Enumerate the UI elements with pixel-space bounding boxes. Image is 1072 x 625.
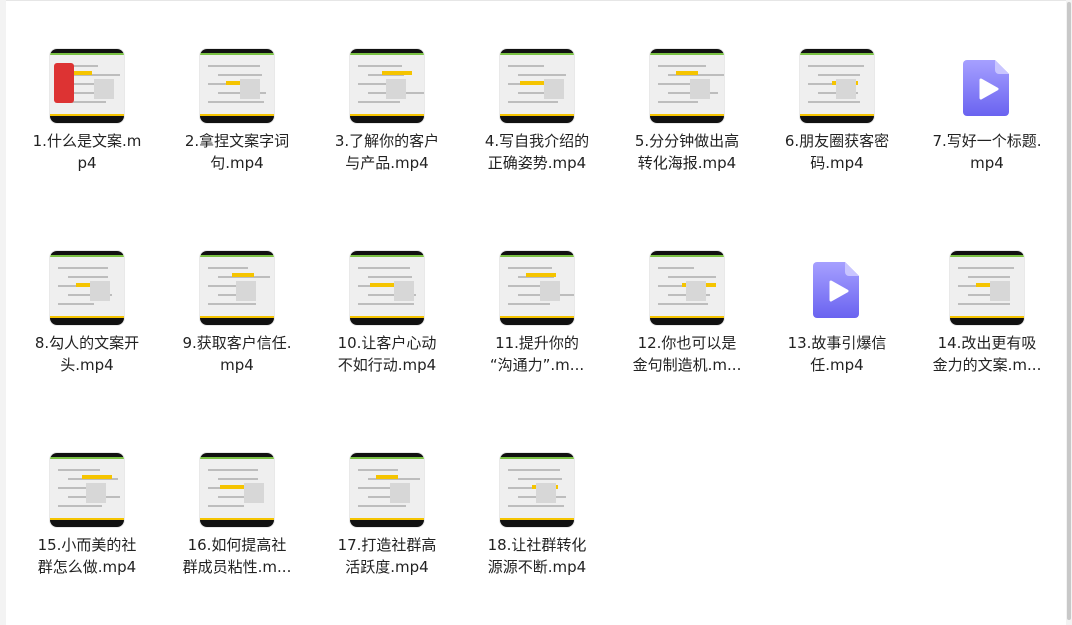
video-thumbnail[interactable]	[49, 48, 125, 124]
video-file-icon[interactable]	[949, 48, 1025, 124]
file-item[interactable]: 13.故事引爆信 任.mp4	[762, 202, 912, 374]
file-name: 10.让客户心动 不如行动.mp4	[312, 332, 462, 376]
file-name-line-2: 不如行动.mp4	[337, 356, 437, 374]
file-name: 16.如何提高社 群成员粘性.m...	[162, 534, 312, 578]
file-item[interactable]: 9.获取客户信任. mp4	[162, 202, 312, 374]
file-name: 1.什么是文案.m p4	[12, 130, 162, 174]
video-file-icon[interactable]	[799, 250, 875, 326]
video-thumbnail[interactable]	[199, 48, 275, 124]
file-item[interactable]: 12.你也可以是 金句制造机.m...	[612, 202, 762, 374]
file-name-line-1: 2.拿捏文案字词	[184, 132, 290, 150]
file-item[interactable]: 4.写自我介绍的 正确姿势.mp4	[462, 0, 612, 172]
file-name-line-1: 12.你也可以是	[637, 334, 737, 352]
file-name-line-1: 10.让客户心动	[337, 334, 437, 352]
file-name-line-1: 8.勾人的文案开	[34, 334, 140, 352]
file-item[interactable]: 15.小而美的社 群怎么做.mp4	[12, 404, 162, 576]
file-name-line-1: 3.了解你的客户	[334, 132, 440, 150]
file-name: 9.获取客户信任. mp4	[162, 332, 312, 376]
file-item[interactable]: 17.打造社群高 活跃度.mp4	[312, 404, 462, 576]
file-item[interactable]: 6.朋友圈获客密 码.mp4	[762, 0, 912, 172]
video-thumbnail[interactable]	[349, 452, 425, 528]
video-thumbnail[interactable]	[799, 48, 875, 124]
video-thumbnail[interactable]	[49, 452, 125, 528]
file-browser-window: 1.什么是文案.m p4 2.拿捏文案字词 句.mp4 3.了解你的客户 与产品.mp4 4…	[0, 0, 1072, 625]
file-name-line-2: “沟通力”.m...	[489, 356, 585, 374]
file-name-line-1: 16.如何提高社	[187, 536, 287, 554]
file-item[interactable]: 1.什么是文案.m p4	[12, 0, 162, 172]
file-name-line-1: 14.改出更有吸	[937, 334, 1037, 352]
video-thumbnail[interactable]	[499, 250, 575, 326]
file-name-line-2: 群成员粘性.m...	[182, 558, 292, 576]
file-name-line-1: 4.写自我介绍的	[484, 132, 590, 150]
file-name-line-2: 头.mp4	[60, 356, 114, 374]
video-thumbnail[interactable]	[649, 250, 725, 326]
file-item[interactable]: 3.了解你的客户 与产品.mp4	[312, 0, 462, 172]
file-item[interactable]: 5.分分钟做出高 转化海报.mp4	[612, 0, 762, 172]
file-name-line-2: 源源不断.mp4	[487, 558, 587, 576]
video-thumbnail[interactable]	[199, 452, 275, 528]
video-thumbnail[interactable]	[49, 250, 125, 326]
file-item[interactable]: 2.拿捏文案字词 句.mp4	[162, 0, 312, 172]
video-thumbnail[interactable]	[499, 452, 575, 528]
file-name: 15.小而美的社 群怎么做.mp4	[12, 534, 162, 578]
file-name-line-2: mp4	[970, 154, 1004, 172]
file-name-line-1: 1.什么是文案.m	[32, 132, 142, 150]
file-name: 6.朋友圈获客密 码.mp4	[762, 130, 912, 174]
file-name-line-1: 13.故事引爆信	[787, 334, 887, 352]
video-thumbnail[interactable]	[199, 250, 275, 326]
file-name: 18.让社群转化 源源不断.mp4	[462, 534, 612, 578]
file-name-line-1: 11.提升你的	[495, 334, 579, 352]
video-thumbnail[interactable]	[499, 48, 575, 124]
file-item[interactable]: 10.让客户心动 不如行动.mp4	[312, 202, 462, 374]
file-item[interactable]: 18.让社群转化 源源不断.mp4	[462, 404, 612, 576]
file-item[interactable]: 11.提升你的 “沟通力”.m...	[462, 202, 612, 374]
file-name: 5.分分钟做出高 转化海报.mp4	[612, 130, 762, 174]
file-name-line-2: 与产品.mp4	[345, 154, 429, 172]
file-name-line-1: 6.朋友圈获客密	[784, 132, 890, 150]
file-name-line-1: 15.小而美的社	[37, 536, 137, 554]
video-thumbnail[interactable]	[649, 48, 725, 124]
file-name-line-2: p4	[77, 154, 97, 172]
file-name: 14.改出更有吸 金力的文案.m...	[912, 332, 1062, 376]
file-name: 3.了解你的客户 与产品.mp4	[312, 130, 462, 174]
file-name: 7.写好一个标题. mp4	[912, 130, 1062, 174]
file-name-line-1: 7.写好一个标题.	[932, 132, 1042, 150]
scrollbar-thumb[interactable]	[1067, 2, 1071, 620]
file-name-line-1: 5.分分钟做出高	[634, 132, 740, 150]
file-name-line-2: 转化海报.mp4	[637, 154, 737, 172]
file-name: 12.你也可以是 金句制造机.m...	[612, 332, 762, 376]
file-name: 17.打造社群高 活跃度.mp4	[312, 534, 462, 578]
file-name: 2.拿捏文案字词 句.mp4	[162, 130, 312, 174]
video-thumbnail[interactable]	[349, 48, 425, 124]
file-item[interactable]: 14.改出更有吸 金力的文案.m...	[912, 202, 1062, 374]
file-name-line-2: 句.mp4	[210, 154, 264, 172]
video-thumbnail[interactable]	[949, 250, 1025, 326]
file-name-line-1: 18.让社群转化	[487, 536, 587, 554]
file-name-line-1: 9.获取客户信任.	[182, 334, 292, 352]
file-name-line-2: 金力的文案.m...	[932, 356, 1042, 374]
video-thumbnail[interactable]	[349, 250, 425, 326]
left-border	[0, 0, 6, 625]
file-name: 4.写自我介绍的 正确姿势.mp4	[462, 130, 612, 174]
file-name-line-2: 任.mp4	[810, 356, 864, 374]
file-name-line-2: 金句制造机.m...	[632, 356, 742, 374]
file-name-line-2: mp4	[220, 356, 254, 374]
file-name: 8.勾人的文案开 头.mp4	[12, 332, 162, 376]
file-name-line-2: 活跃度.mp4	[345, 558, 429, 576]
file-name-line-2: 正确姿势.mp4	[487, 154, 587, 172]
vertical-scrollbar[interactable]	[1066, 0, 1072, 625]
file-name-line-2: 群怎么做.mp4	[37, 558, 137, 576]
file-item[interactable]: 7.写好一个标题. mp4	[912, 0, 1062, 172]
file-name: 11.提升你的 “沟通力”.m...	[462, 332, 612, 376]
file-name-line-2: 码.mp4	[810, 154, 864, 172]
file-name: 13.故事引爆信 任.mp4	[762, 332, 912, 376]
file-name-line-1: 17.打造社群高	[337, 536, 437, 554]
file-item[interactable]: 8.勾人的文案开 头.mp4	[12, 202, 162, 374]
file-item[interactable]: 16.如何提高社 群成员粘性.m...	[162, 404, 312, 576]
